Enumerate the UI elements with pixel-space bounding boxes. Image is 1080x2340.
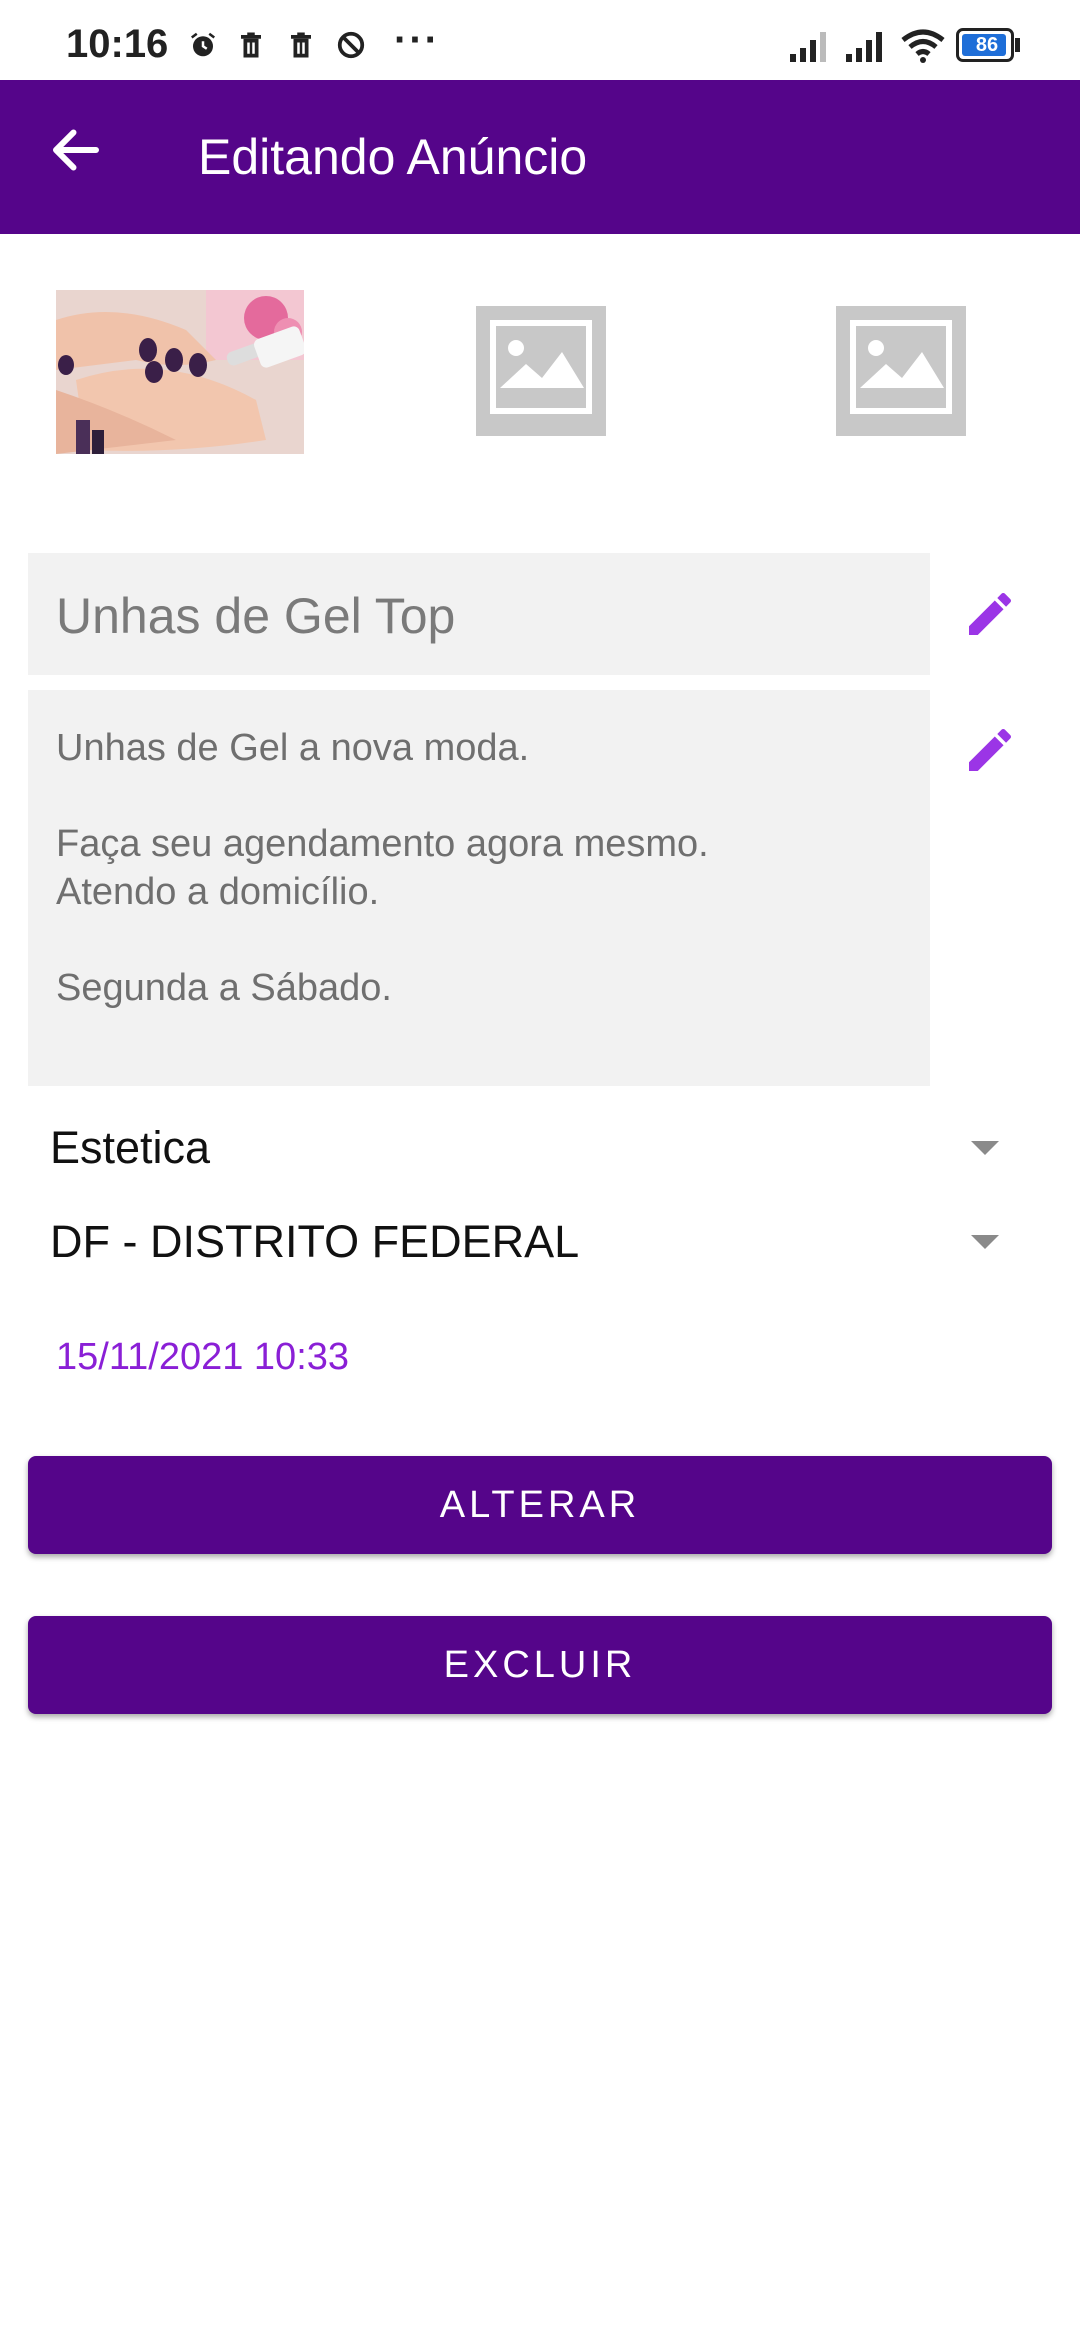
- category-dropdown-arrow-icon: [971, 1141, 999, 1155]
- category-value: Estetica: [50, 1122, 211, 1173]
- trash-icon: [241, 32, 261, 58]
- add-image-placeholder-3[interactable]: [836, 306, 966, 436]
- alarm-icon: [191, 32, 215, 57]
- delete-button[interactable]: EXCLUIR: [28, 1616, 1052, 1714]
- back-arrow-icon[interactable]: [46, 120, 106, 180]
- battery-tip: [1015, 38, 1020, 52]
- status-time: 10:16: [66, 22, 169, 66]
- trash-icon: [291, 32, 311, 58]
- blocked-icon: [337, 31, 365, 59]
- edit-description-pencil-icon[interactable]: [962, 722, 1018, 778]
- alter-button[interactable]: ALTERAR: [28, 1456, 1052, 1554]
- edit-title-pencil-icon[interactable]: [962, 586, 1018, 642]
- ad-description-value: Unhas de Gel a nova moda. Faça seu agend…: [56, 727, 709, 1009]
- add-image-placeholder-2[interactable]: [476, 306, 606, 436]
- page-title: Editando Anúncio: [198, 129, 588, 185]
- battery-icon: 86: [956, 28, 1014, 62]
- ad-date: 15/11/2021 10:33: [56, 1336, 350, 1378]
- signal-icon: [790, 32, 826, 62]
- state-dropdown-arrow-icon: [971, 1235, 999, 1249]
- ad-photo-1[interactable]: [56, 290, 304, 454]
- state-value: DF - DISTRITO FEDERAL: [50, 1216, 580, 1267]
- ad-title-value: Unhas de Gel Top: [56, 588, 456, 644]
- more-notifications-icon: ···: [394, 18, 440, 62]
- wifi-icon: [901, 29, 945, 63]
- nail-photo-image: [56, 290, 304, 454]
- battery-level: 86: [975, 34, 999, 56]
- signal-icon: [846, 32, 882, 62]
